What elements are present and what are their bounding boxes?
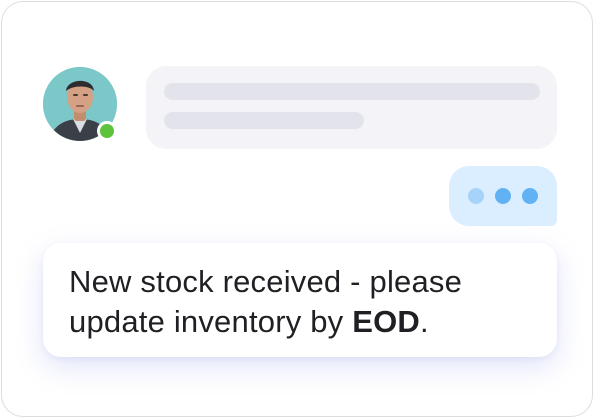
online-status-indicator — [97, 121, 117, 141]
message-emphasis: EOD — [352, 304, 420, 339]
contact-avatar-wrapper[interactable] — [43, 67, 117, 141]
typing-dot-icon — [522, 188, 538, 204]
message-bubble[interactable]: New stock received - please update inven… — [43, 243, 557, 357]
typing-dot-icon — [495, 188, 511, 204]
typing-dot-icon — [468, 188, 484, 204]
chat-card: New stock received - please update inven… — [1, 1, 593, 417]
skeleton-line — [164, 112, 364, 129]
typing-indicator — [449, 166, 557, 226]
skeleton-line — [164, 83, 540, 100]
message-text-end: . — [419, 304, 429, 339]
incoming-message-placeholder — [146, 66, 557, 149]
